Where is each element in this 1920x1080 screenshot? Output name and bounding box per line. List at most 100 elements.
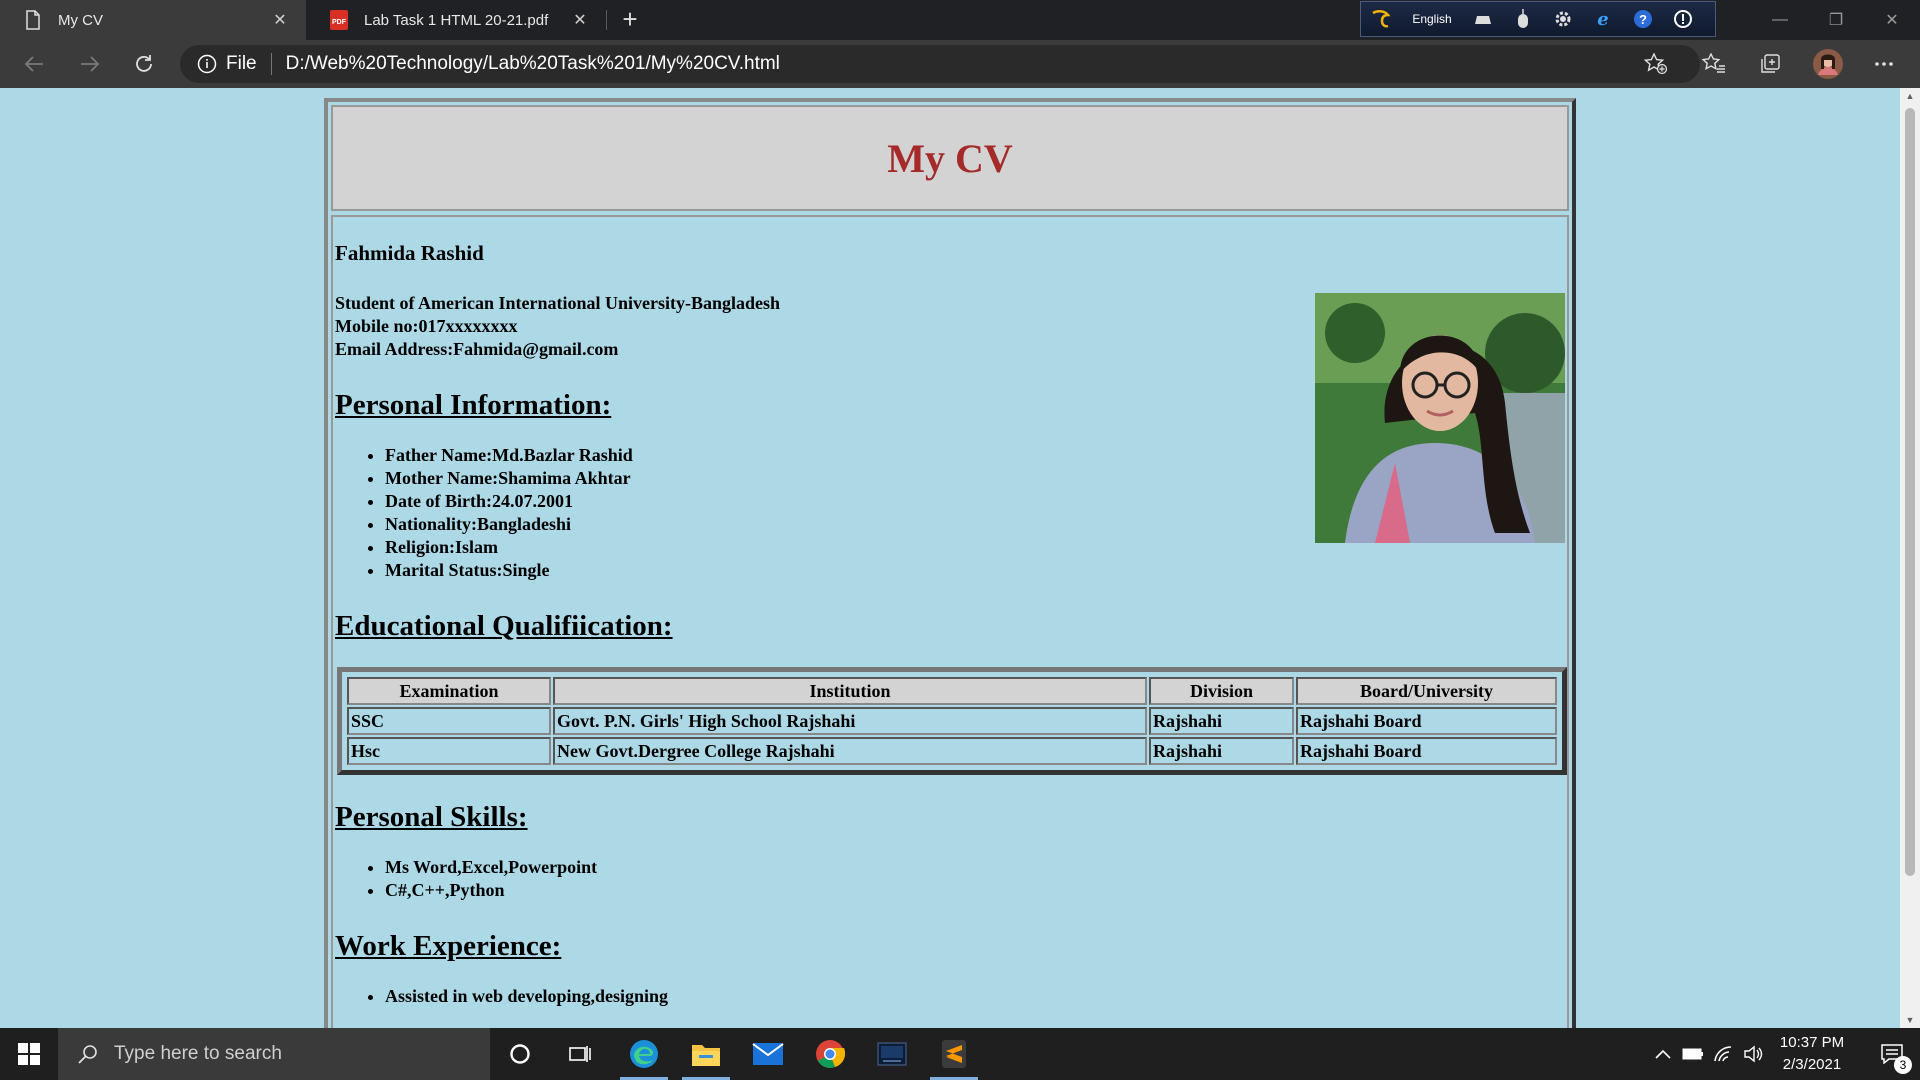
refresh-icon [136,55,152,72]
language-selector[interactable]: English [1401,12,1463,26]
list-item: Ms Word,Excel,Powerpoint [385,856,1565,879]
profile-photo [1315,293,1565,543]
work-list: Assisted in web developing,designing [385,985,1565,1008]
table-cell: Rajshahi Board [1296,737,1557,765]
edge-icon [630,1040,658,1068]
gear-icon[interactable] [1549,5,1577,33]
taskbar-file-explorer[interactable] [676,1028,736,1080]
help-icon[interactable]: ? [1629,5,1657,33]
skills-heading: Personal Skills: [335,801,528,833]
battery-icon [1682,1048,1703,1060]
pdf-icon: PDF [328,9,350,31]
taskbar-chrome[interactable] [800,1028,860,1080]
collections-icon [1761,54,1780,73]
cv-header: My CV [331,105,1569,211]
mouse-icon[interactable] [1509,5,1537,33]
table-cell: Hsc [347,737,551,765]
document-icon [22,9,44,31]
windows-taskbar: Type here to search 10:37 PM 2/3/2021 3 [0,1028,1920,1080]
tab-separator [606,10,607,30]
settings-more-button[interactable] [1866,48,1902,80]
list-item: Marital Status:Single [385,559,1565,582]
language-bar: English e ? [1360,1,1716,37]
close-tab-icon[interactable]: ✕ [568,8,592,32]
scrollbar-thumb[interactable] [1905,108,1915,876]
internet-explorer-icon[interactable]: e [1589,5,1617,33]
url-text[interactable]: D:/Web%20Technology/Lab%20Task%201/My%20… [286,53,780,75]
table-cell: Rajshahi Board [1296,707,1557,735]
minimize-button[interactable]: — [1752,0,1808,40]
address-bar[interactable]: File D:/Web%20Technology/Lab%20Task%201/… [180,45,1700,83]
cv-container: My CV Fahmida Rashid Student of American… [324,98,1576,1028]
profile-button[interactable] [1810,48,1846,80]
site-info-icon[interactable] [196,53,218,75]
column-header: Division [1149,677,1294,705]
task-view-icon [569,1046,591,1062]
task-view-button[interactable] [550,1028,610,1080]
folder-icon [692,1045,720,1066]
education-table-frame: Examination Institution Division Board/U… [337,667,1567,775]
search-placeholder: Type here to search [114,1043,282,1064]
person-name: Fahmida Rashid [335,241,484,265]
close-window-button[interactable]: ✕ [1864,0,1920,40]
tab-title: My CV [58,11,103,29]
svg-text:PDF: PDF [332,19,347,26]
table-cell: Rajshahi [1149,737,1294,765]
restore-button[interactable]: ❐ [1808,0,1864,40]
back-button[interactable] [16,48,52,80]
forward-arrow-icon [81,56,100,72]
forward-button[interactable] [72,48,108,80]
list-item: C#,C++,Python [385,879,1565,902]
cortana-icon [510,1044,530,1064]
avro-keyboard-icon[interactable] [1367,5,1395,33]
svg-text:?: ? [1639,12,1647,27]
taskbar-mail[interactable] [738,1028,798,1080]
education-table: Examination Institution Division Board/U… [345,675,1559,767]
taskbar-clock[interactable]: 10:37 PM 2/3/2021 [1764,1032,1860,1076]
close-tab-icon[interactable]: ✕ [268,8,292,32]
info-icon[interactable] [1669,5,1697,33]
volume-control[interactable] [1740,1028,1766,1080]
show-hidden-icons-button[interactable] [1652,1028,1674,1080]
tab-title: Lab Task 1 HTML 20-21.pdf [364,11,549,29]
taskbar-mysql-workbench[interactable] [862,1028,922,1080]
notification-count-badge: 3 [1894,1056,1912,1074]
url-scheme-label: File [226,53,257,74]
new-tab-button[interactable]: + [616,6,644,34]
mysql-icon [877,1042,907,1066]
cortana-button[interactable] [490,1028,550,1080]
table-row: Hsc New Govt.Dergree College Rajshahi Ra… [347,737,1557,765]
action-center-button[interactable]: 3 [1864,1028,1920,1080]
table-header-row: Examination Institution Division Board/U… [347,677,1557,705]
window-controls: — ❐ ✕ [1752,0,1920,40]
vertical-scrollbar[interactable]: ▲ ▼ [1900,88,1920,1028]
refresh-button[interactable] [126,48,162,80]
keyboard-layout-icon[interactable] [1469,5,1497,33]
work-heading: Work Experience: [335,930,562,962]
collections-button[interactable] [1752,48,1788,80]
column-header: Board/University [1296,677,1557,705]
taskbar-search[interactable]: Type here to search [58,1028,490,1080]
favorites-button[interactable] [1696,48,1732,80]
search-icon [76,1042,100,1066]
scroll-up-arrow-icon[interactable]: ▲ [1900,88,1920,104]
network-status[interactable] [1710,1028,1736,1080]
tab-my-cv[interactable]: My CV ✕ [0,0,306,40]
taskbar-edge[interactable] [614,1028,674,1080]
skills-list: Ms Word,Excel,Powerpoint C#,C++,Python [385,856,1565,902]
add-favorite-button[interactable] [1638,48,1674,80]
education-heading: Educational Qualifiication: [335,610,673,642]
scroll-down-arrow-icon[interactable]: ▼ [1900,1012,1920,1028]
table-cell: Rajshahi [1149,707,1294,735]
chrome-icon [816,1040,845,1068]
tab-lab-task-pdf[interactable]: PDF Lab Task 1 HTML 20-21.pdf ✕ [306,0,606,40]
column-header: Examination [347,677,551,705]
start-button[interactable] [0,1028,58,1080]
clock-time: 10:37 PM [1779,1034,1845,1051]
page-title: My CV [887,135,1013,181]
battery-status[interactable] [1680,1028,1706,1080]
table-cell: Govt. P.N. Girls' High School Rajshahi [553,707,1147,735]
column-header: Institution [553,677,1147,705]
taskbar-sublime-text[interactable] [924,1028,984,1080]
sublime-icon [942,1040,966,1068]
